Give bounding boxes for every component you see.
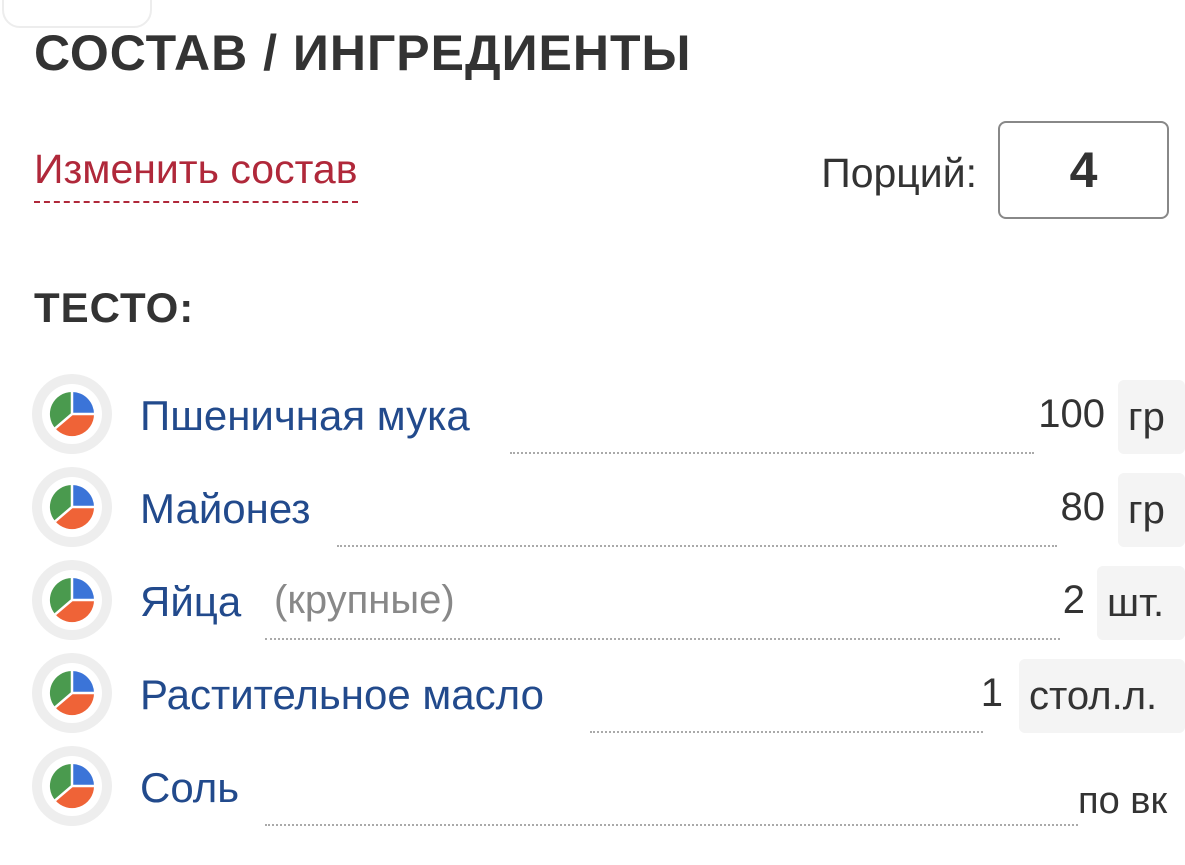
ingredient-note: (крупные) [274,578,455,622]
dotted-leader [265,824,1078,826]
ingredient-amount: 1 [980,671,1003,715]
ingredient-name[interactable]: Пшеничная мука [140,392,470,440]
unit-selector[interactable]: гр [1118,380,1185,454]
nutrition-pie-icon[interactable] [32,560,112,640]
ingredient-amount: по вк [1078,780,1168,822]
nutrition-pie-icon[interactable] [32,653,112,733]
ingredient-row: Растительное масло 1 стол.л. [0,649,1185,742]
nutrition-pie-icon[interactable] [32,746,112,826]
group-title: ТЕСТО: [34,284,195,331]
dotted-leader [337,545,1057,547]
dotted-leader [590,731,983,733]
servings-input[interactable] [998,121,1169,219]
section-title: СОСТАВ / ИНГРЕДИЕНТЫ [34,25,692,81]
edit-ingredients-link[interactable]: Изменить состав [34,146,358,203]
ingredient-row: Соль по вк [0,742,1185,835]
ingredient-name[interactable]: Майонез [140,485,311,533]
ingredient-row: Яйца (крупные) 2 шт. [0,556,1185,649]
ingredient-amount: 80 [1060,485,1106,529]
ingredient-name[interactable]: Соль [140,764,239,812]
unit-selector[interactable]: гр [1118,473,1185,547]
dotted-leader [510,452,1034,454]
ingredient-row: Майонез 80 гр [0,463,1185,556]
dotted-leader [265,638,1060,640]
recipe-ingredients-panel: СОСТАВ / ИНГРЕДИЕНТЫ Изменить состав Пор… [0,0,1185,865]
servings-label: Порций: [821,150,977,196]
ingredient-amount: 2 [1062,578,1085,622]
nutrition-pie-icon[interactable] [32,467,112,547]
ingredient-list: Пшеничная мука 100 гр Майонез 80 гр Яйца… [0,370,1185,835]
nutrition-pie-icon[interactable] [32,374,112,454]
ingredient-row: Пшеничная мука 100 гр [0,370,1185,463]
ingredient-name[interactable]: Растительное масло [140,671,544,719]
unit-selector[interactable]: стол.л. [1019,659,1185,733]
ingredient-name[interactable]: Яйца [140,578,241,626]
unit-selector[interactable]: шт. [1097,566,1185,640]
ingredient-amount: 100 [1038,392,1105,436]
